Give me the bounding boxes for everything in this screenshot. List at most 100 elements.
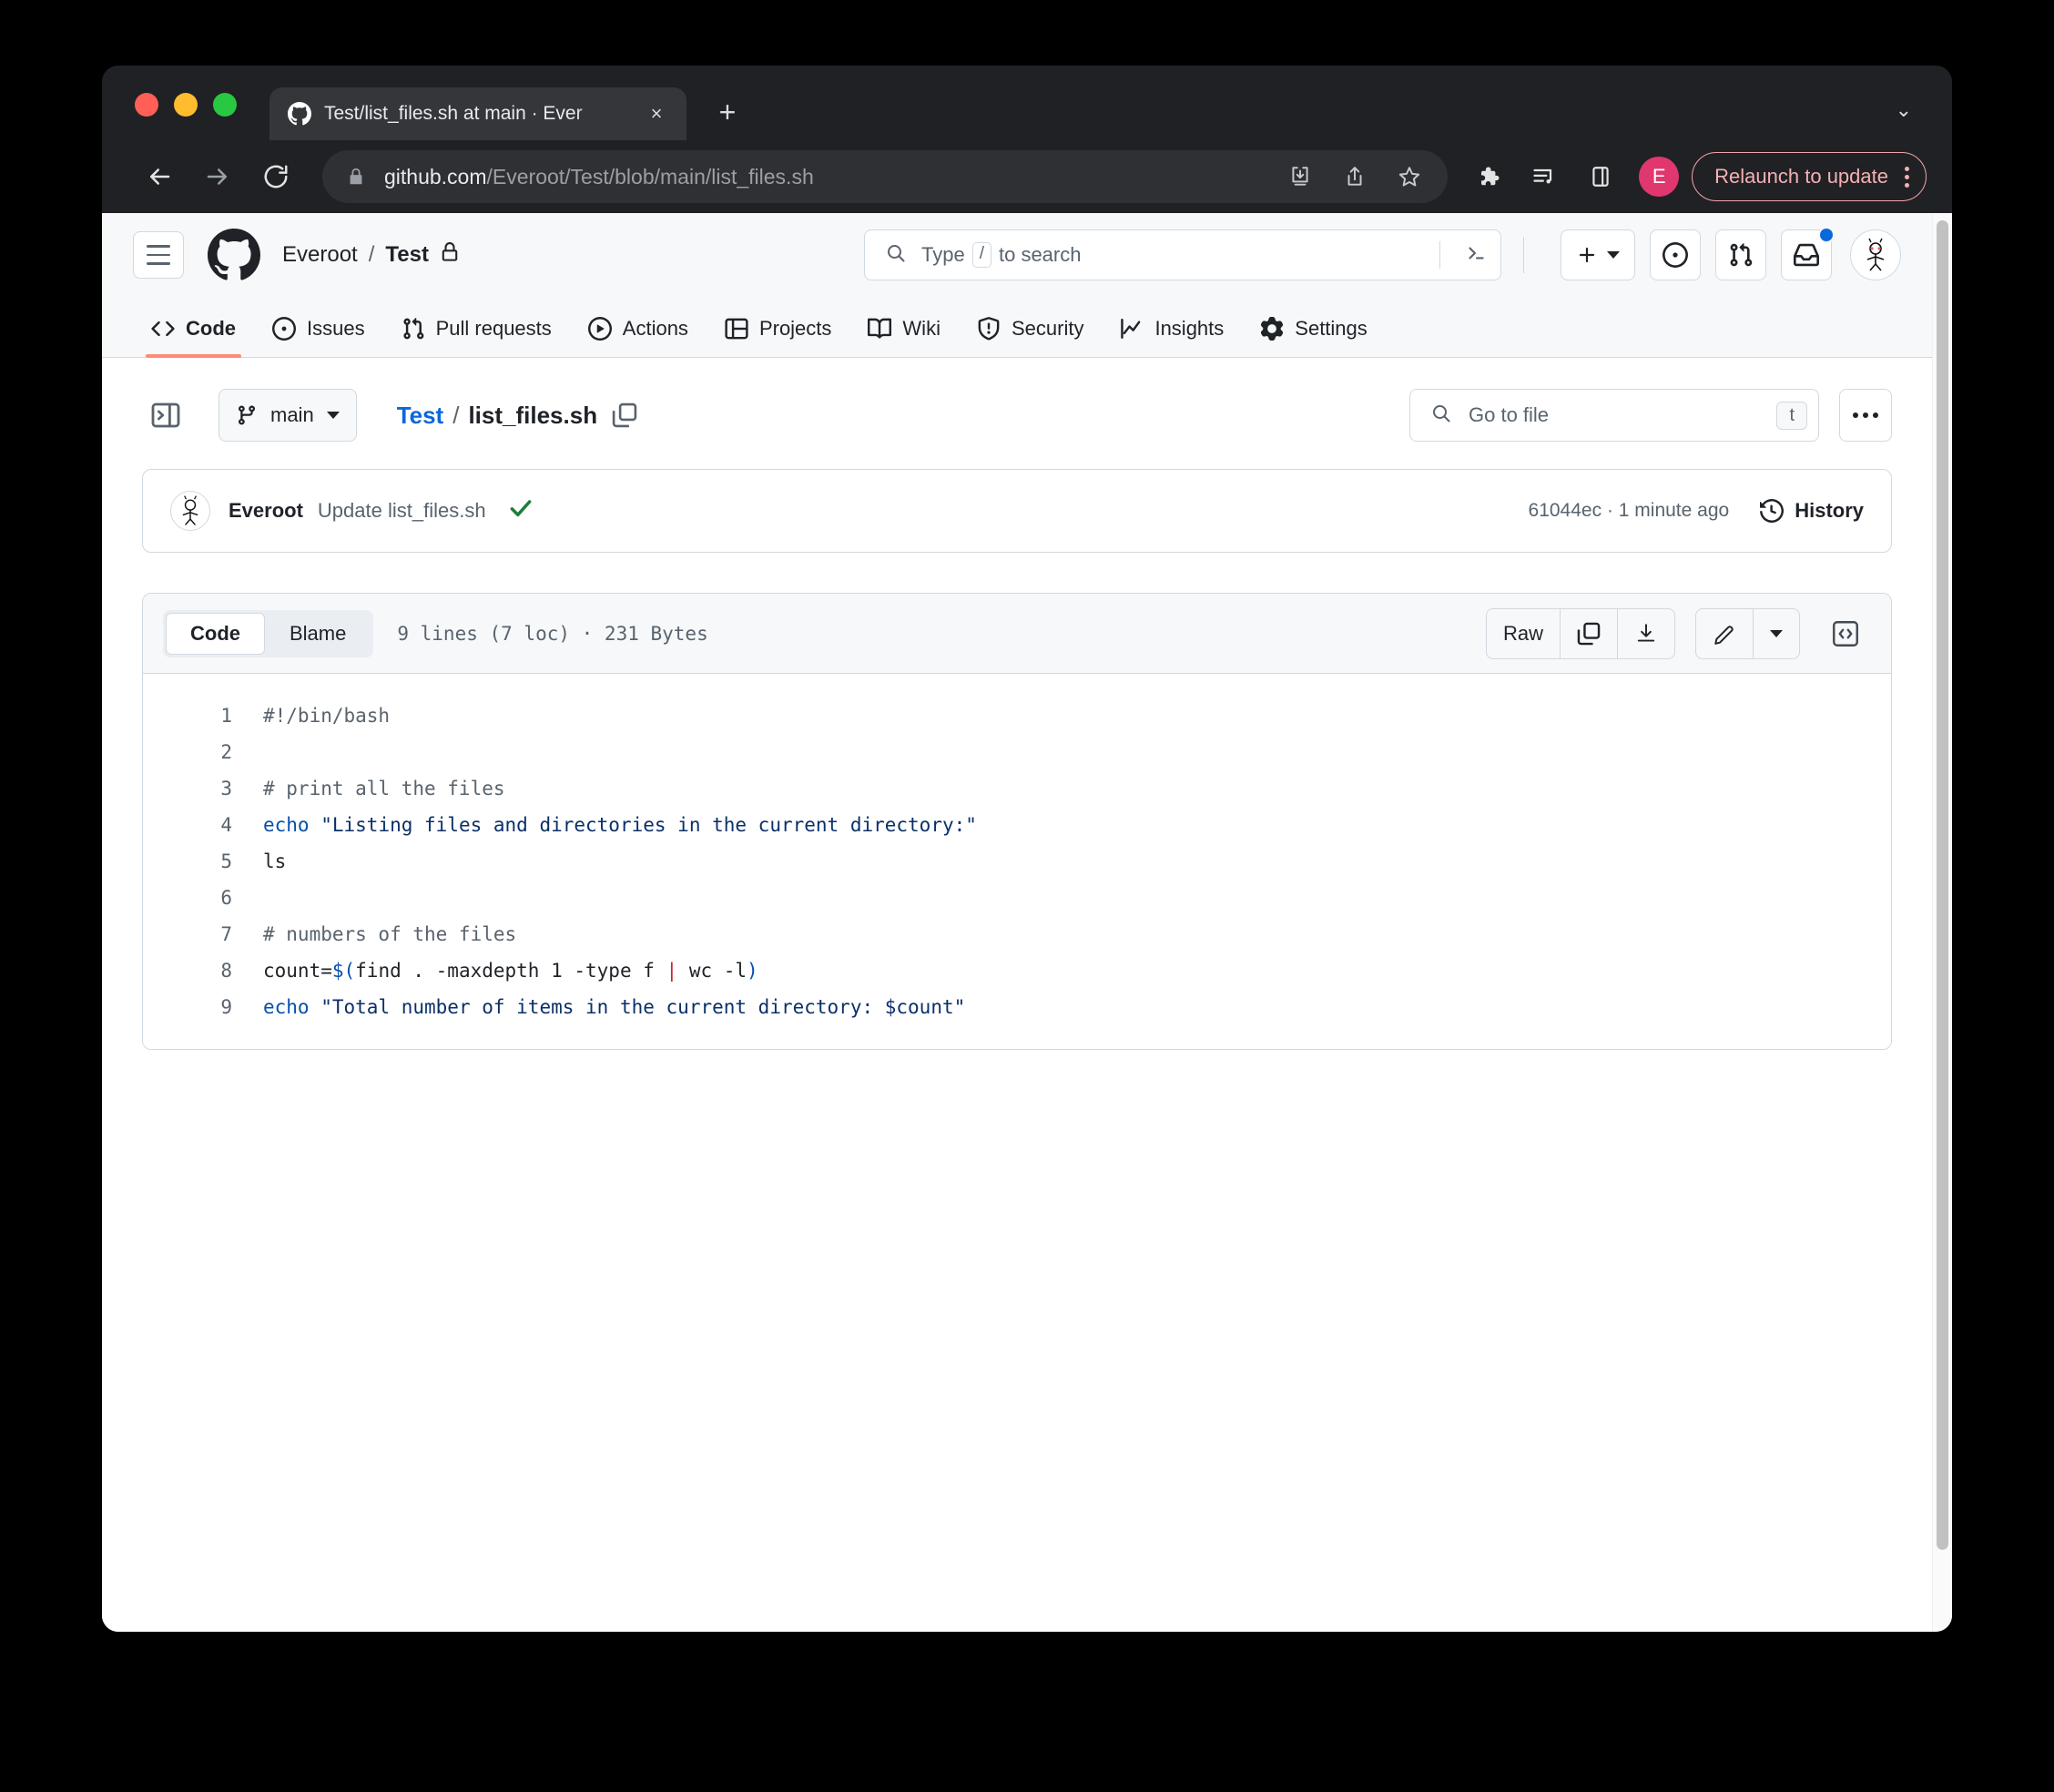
search-placeholder-tail: to search [999,243,1082,267]
tab-insights-label: Insights [1154,317,1224,341]
relaunch-to-update-button[interactable]: Relaunch to update [1692,152,1927,201]
code-symbols-icon[interactable] [1820,608,1871,659]
browser-tab-title: Test/list_files.sh at main · Ever [324,103,630,125]
tab-wiki[interactable]: Wiki [849,317,959,357]
tab-pull-requests-label: Pull requests [436,317,552,341]
install-app-icon[interactable] [1275,151,1326,202]
browser-tab[interactable]: Test/list_files.sh at main · Ever × [269,87,686,140]
tab-code[interactable]: Code [133,317,254,357]
browser-menu-icon[interactable] [1897,167,1917,188]
tab-security[interactable]: Security [959,317,1102,357]
main-content: main Test / list_files.sh [102,358,1932,1050]
commit-sha[interactable]: 61044ec [1529,500,1602,521]
path-filename: list_files.sh [468,402,597,430]
file-content-card: Code Blame 9 lines (7 loc) · 231 Bytes R… [142,593,1892,1050]
tab-pull-requests[interactable]: Pull requests [383,317,570,357]
close-window-button[interactable] [135,93,158,117]
tab-settings[interactable]: Settings [1242,317,1386,357]
commit-sha-and-time: 61044ec · 1 minute ago [1529,500,1730,522]
tab-issues[interactable]: Issues [254,317,383,357]
profile-avatar[interactable]: E [1639,157,1679,197]
file-toolbar: Code Blame 9 lines (7 loc) · 231 Bytes R… [143,594,1891,674]
hamburger-icon[interactable] [133,231,184,279]
tab-search-chevron-icon[interactable]: ⌄ [1896,98,1912,122]
line-content: ls [263,850,286,872]
latest-commit-card: Everoot Update list_files.sh 61044ec · 1… [142,469,1892,553]
check-icon[interactable] [508,495,534,527]
edit-pencil-icon[interactable] [1696,609,1754,658]
commit-author-avatar[interactable] [170,491,210,531]
download-icon[interactable] [1618,609,1674,658]
code-line: 8 count=$(find . -maxdepth 1 -type f | w… [143,952,1891,989]
address-bar-url: github.com/Everoot/Test/blob/main/list_f… [384,165,1275,189]
file-header-actions: Go to file t [1409,389,1892,442]
breadcrumb-repo[interactable]: Test [385,242,429,268]
line-number[interactable]: 7 [143,923,263,945]
terminal-icon[interactable] [1464,241,1488,270]
commit-message[interactable]: Update list_files.sh [318,499,486,523]
path-repo-link[interactable]: Test [397,402,444,430]
caret-down-icon [1770,630,1783,637]
share-icon[interactable] [1329,151,1380,202]
page-viewport: Everoot / Test Type [102,213,1952,1632]
line-content: # print all the files [263,778,505,799]
user-avatar[interactable] [1850,229,1901,280]
notification-dot [1818,227,1835,243]
tab-actions[interactable]: Actions [570,317,707,357]
more-options-button[interactable] [1839,389,1892,442]
reload-button[interactable] [249,150,302,203]
scrollbar-thumb[interactable] [1937,220,1948,1550]
issues-button[interactable] [1650,229,1701,280]
github-header-top-row: Everoot / Test Type [133,213,1901,297]
raw-button[interactable]: Raw [1487,609,1561,658]
branch-selector[interactable]: main [219,389,357,442]
url-path: /Everoot/Test/blob/main/list_files.sh [487,165,814,188]
edit-caret-button[interactable] [1754,609,1799,658]
branch-name: main [270,403,314,427]
go-to-file-input[interactable]: Go to file t [1409,389,1819,442]
history-link[interactable]: History [1760,499,1864,523]
code-viewer[interactable]: 1 #!/bin/bash 2 3 # print all the files [143,674,1891,1049]
inbox-button[interactable] [1781,229,1832,280]
breadcrumb-owner[interactable]: Everoot [282,242,358,268]
file-tab-blame[interactable]: Blame [265,613,371,655]
reading-list-icon[interactable] [1519,151,1570,202]
github-mark-icon[interactable] [208,229,260,281]
pull-requests-button[interactable] [1715,229,1766,280]
search-input[interactable]: Type / to search [864,229,1501,280]
line-number[interactable]: 5 [143,850,263,872]
search-placeholder: Type / to search [921,242,1425,268]
commit-author-name[interactable]: Everoot [229,499,303,523]
maximize-window-button[interactable] [213,93,237,117]
side-panel-expand-icon[interactable] [142,392,189,439]
forward-button[interactable] [191,150,244,203]
line-number[interactable]: 6 [143,887,263,909]
close-tab-button[interactable]: × [643,100,670,127]
line-number[interactable]: 1 [143,705,263,727]
line-number[interactable]: 4 [143,814,263,836]
line-content: echo "Listing files and directories in t… [263,814,977,836]
extensions-puzzle-icon[interactable] [1462,151,1513,202]
page-scrollbar[interactable] [1932,213,1952,1632]
file-tab-code[interactable]: Code [166,613,265,655]
line-number[interactable]: 8 [143,960,263,982]
line-number[interactable]: 2 [143,741,263,763]
tab-insights[interactable]: Insights [1102,317,1242,357]
new-tab-button[interactable]: + [707,91,748,133]
create-new-button[interactable] [1561,229,1635,280]
side-panel-icon[interactable] [1575,151,1626,202]
line-number[interactable]: 9 [143,996,263,1018]
line-number[interactable]: 3 [143,778,263,799]
bookmark-star-icon[interactable] [1384,151,1435,202]
back-button[interactable] [133,150,186,203]
copy-path-icon[interactable] [612,402,637,428]
go-to-file-placeholder: Go to file [1469,403,1760,427]
line-content: echo "Total number of items in the curre… [263,996,965,1018]
address-bar[interactable]: github.com/Everoot/Test/blob/main/list_f… [322,150,1448,203]
tab-projects[interactable]: Projects [707,317,849,357]
copy-icon[interactable] [1561,609,1618,658]
commit-time: 1 minute ago [1619,500,1729,521]
minimize-window-button[interactable] [174,93,198,117]
search-icon [1430,402,1452,429]
tab-actions-label: Actions [623,317,688,341]
